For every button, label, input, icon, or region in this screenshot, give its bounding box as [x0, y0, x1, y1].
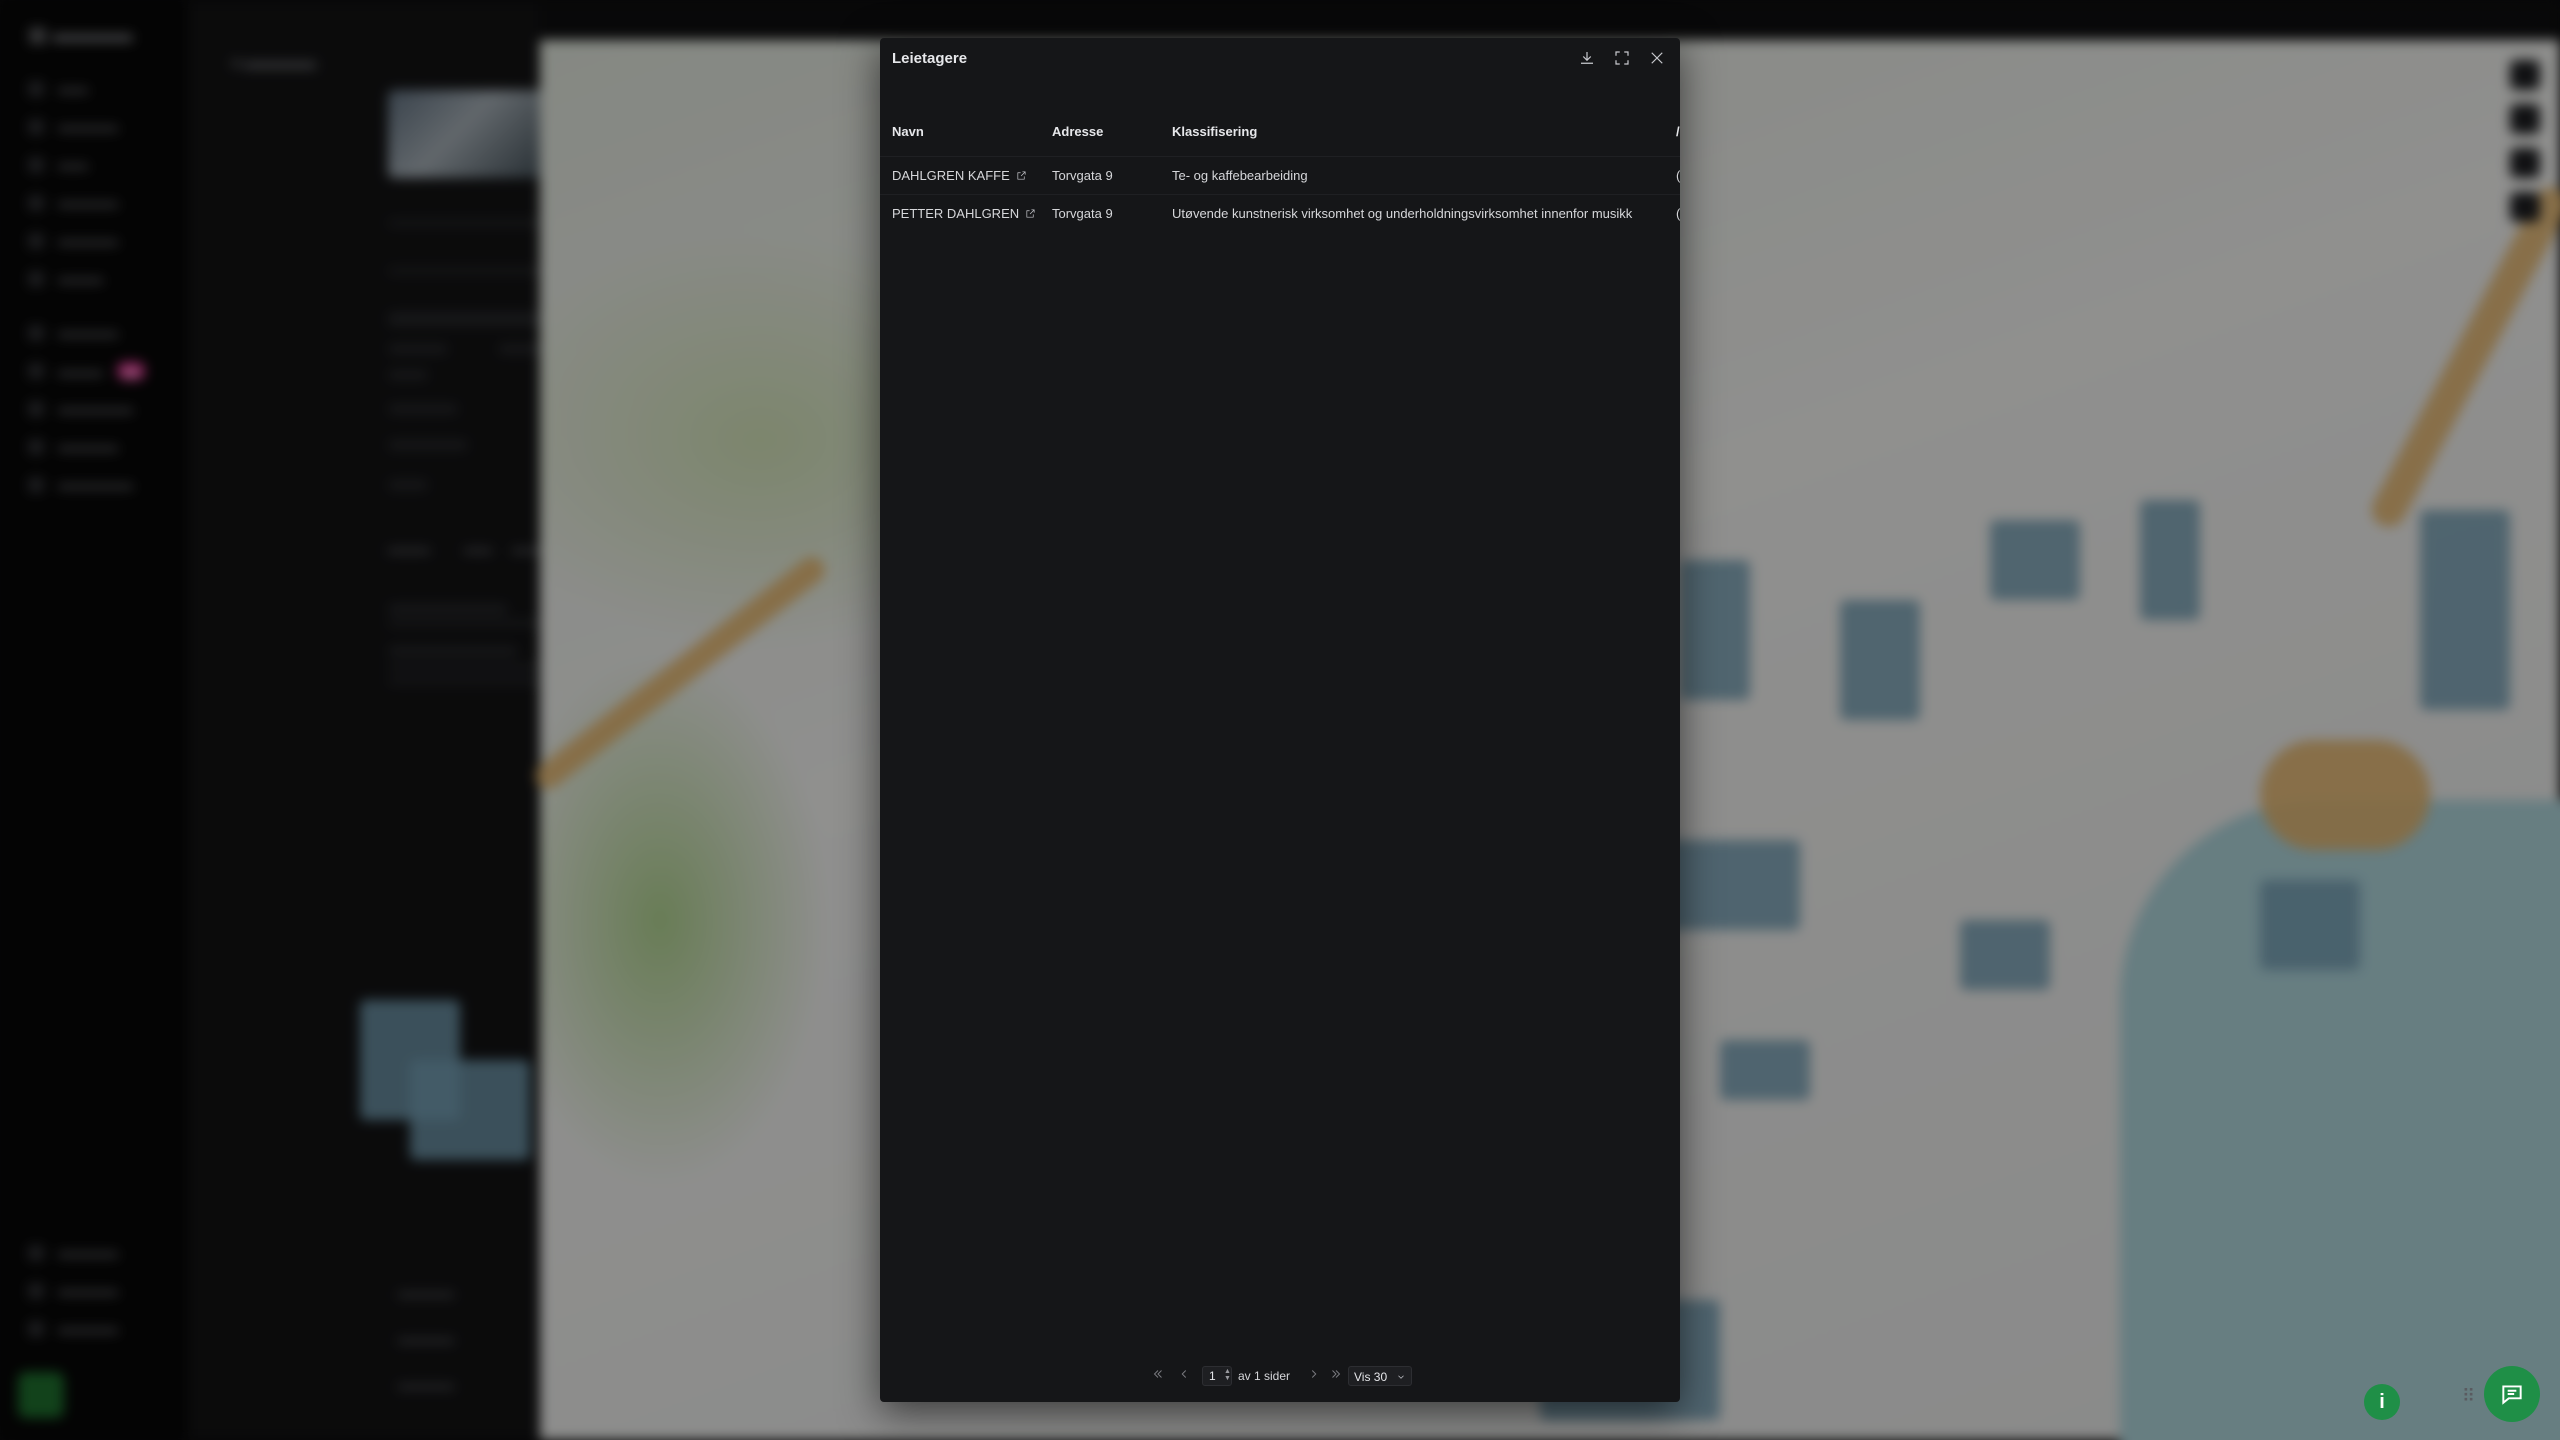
page-size-select[interactable]: Vis 30 — [1348, 1366, 1412, 1386]
truncated-cell: ( — [1676, 168, 1680, 183]
column-header-address[interactable]: Adresse — [1052, 124, 1103, 139]
info-icon[interactable]: i — [2364, 1384, 2400, 1420]
chevron-left-icon — [1177, 1367, 1191, 1386]
external-link-icon[interactable] — [1025, 207, 1036, 222]
page-size-label: Vis 30 — [1354, 1370, 1388, 1384]
download-icon — [1578, 49, 1596, 72]
close-button[interactable] — [1644, 47, 1670, 73]
close-icon — [1648, 49, 1666, 72]
tenant-classification: Te- og kaffebearbeiding — [1172, 168, 1308, 183]
external-link-icon[interactable] — [1016, 169, 1027, 184]
dialog-title: Leietagere — [892, 50, 968, 67]
last-page-button[interactable] — [1326, 1366, 1346, 1386]
first-page-button[interactable] — [1148, 1366, 1168, 1386]
column-header-classification[interactable]: Klassifisering — [1172, 124, 1257, 139]
table-row[interactable]: DAHLGREN KAFFE Torvgata 9 Te- og kaffebe… — [880, 156, 1680, 194]
table-header: Navn Adresse Klassifisering / — [880, 124, 1680, 150]
fullscreen-button[interactable] — [1609, 47, 1635, 73]
chevrons-left-icon — [1151, 1367, 1165, 1386]
tenant-classification: Utøvende kunstnerisk virksomhet og under… — [1172, 206, 1633, 221]
tenant-address: Torvgata 9 — [1052, 168, 1113, 183]
tenant-name[interactable]: PETTER DAHLGREN — [892, 206, 1019, 221]
previous-page-button[interactable] — [1174, 1366, 1194, 1386]
fullscreen-icon — [1613, 49, 1631, 72]
next-page-button[interactable] — [1304, 1366, 1324, 1386]
tenant-name-cell[interactable]: PETTER DAHLGREN — [892, 206, 1036, 222]
column-header-name[interactable]: Navn — [892, 124, 924, 139]
tenant-name[interactable]: DAHLGREN KAFFE — [892, 168, 1010, 183]
chevrons-right-icon — [1329, 1367, 1343, 1386]
page-stepper-icon[interactable]: ▲ ▼ — [1224, 1368, 1231, 1382]
chevron-down-icon — [1396, 1371, 1406, 1385]
dialog-header: Leietagere — [880, 38, 1680, 80]
page-count-label: av 1 sider — [1238, 1369, 1291, 1383]
table-row[interactable]: PETTER DAHLGREN Torvgata 9 Utøvende kuns… — [880, 194, 1680, 232]
tenant-address: Torvgata 9 — [1052, 206, 1113, 221]
pagination: ▲▼ av 1 sider Vis 30 — [880, 1364, 1680, 1388]
chevron-right-icon — [1307, 1367, 1321, 1386]
column-header-truncated: / — [1676, 124, 1680, 139]
tenants-dialog: Leietagere Navn Adresse Klassifisering /… — [880, 38, 1680, 1402]
download-button[interactable] — [1574, 47, 1600, 73]
truncated-cell: ( — [1676, 206, 1680, 221]
chat-icon[interactable] — [2484, 1366, 2540, 1422]
tenant-name-cell[interactable]: DAHLGREN KAFFE — [892, 168, 1027, 184]
drag-handle-icon[interactable]: ⠿ — [2462, 1386, 2475, 1407]
